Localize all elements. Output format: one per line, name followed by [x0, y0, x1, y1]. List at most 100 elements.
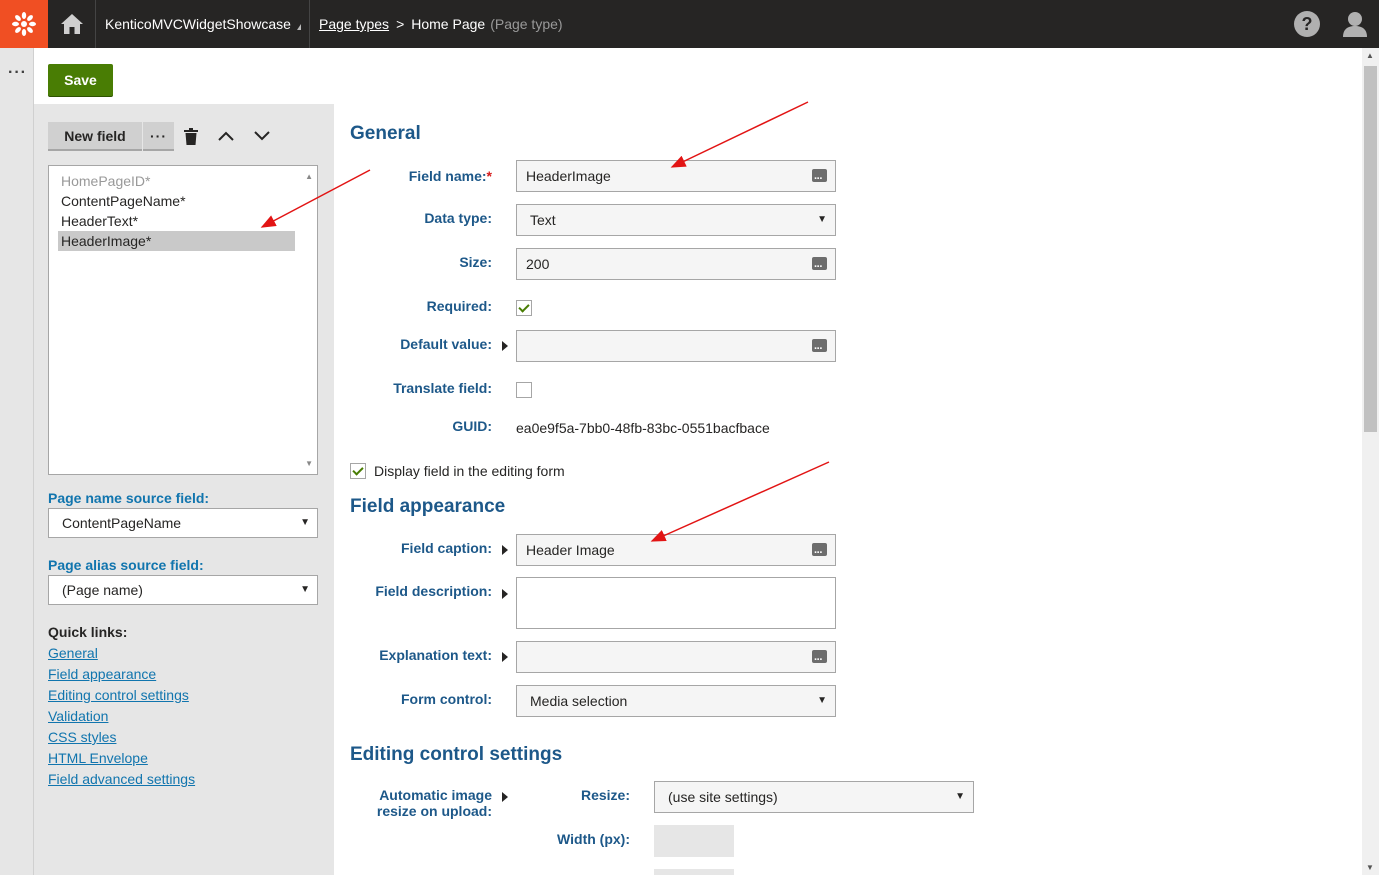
- expander-icon[interactable]: [502, 589, 508, 599]
- breadcrumb-type: (Page type): [490, 16, 563, 32]
- field-description-textarea[interactable]: [516, 577, 836, 629]
- page-alias-source-label: Page alias source field:: [48, 557, 204, 573]
- field-name-label-text: Field name:: [408, 168, 487, 184]
- guid-value: ea0e9f5a-7bb0-48fb-83bc-0551bacfbace: [516, 420, 770, 436]
- trash-icon[interactable]: [179, 124, 203, 148]
- annotation-arrow: [650, 461, 830, 542]
- more-actions-button[interactable]: ···: [143, 122, 174, 151]
- annotation-arrow: [670, 101, 809, 168]
- save-button[interactable]: Save: [48, 64, 113, 96]
- required-checkbox[interactable]: [516, 300, 532, 316]
- macro-icon[interactable]: [812, 538, 827, 568]
- field-list-item[interactable]: ContentPageName*: [58, 191, 295, 211]
- display-field-checkbox[interactable]: [350, 463, 366, 479]
- form-control-select[interactable]: Media selection ▼: [516, 685, 836, 717]
- scroll-down-icon[interactable]: ▼: [305, 459, 313, 468]
- translate-field-checkbox[interactable]: [516, 382, 532, 398]
- top-bar: KenticoMVCWidgetShowcase Page types > Ho…: [0, 0, 1379, 48]
- data-type-select[interactable]: Text ▼: [516, 204, 836, 236]
- dropdown-arrow-icon: ▼: [955, 791, 965, 802]
- home-icon: [60, 14, 83, 34]
- quick-link-editing-control-settings[interactable]: Editing control settings: [48, 687, 189, 703]
- size-input[interactable]: 200: [516, 248, 836, 282]
- explanation-text-input[interactable]: [516, 641, 836, 675]
- quick-link-field-advanced-settings[interactable]: Field advanced settings: [48, 771, 195, 787]
- editing-control-settings-heading: Editing control settings: [350, 744, 563, 765]
- user-icon[interactable]: [1342, 10, 1368, 38]
- field-description-label: Field description:: [375, 583, 492, 599]
- macro-icon[interactable]: [812, 334, 827, 364]
- new-field-button[interactable]: New field: [48, 122, 142, 151]
- checkmark-icon: [518, 301, 530, 313]
- dropdown-arrow-icon: ▼: [817, 695, 827, 706]
- quick-link-validation[interactable]: Validation: [48, 708, 108, 724]
- field-list-item[interactable]: HomePageID*: [58, 171, 295, 191]
- site-name: KenticoMVCWidgetShowcase: [105, 16, 291, 32]
- default-value-input[interactable]: [516, 330, 836, 364]
- scroll-down-icon[interactable]: ▼: [1366, 863, 1374, 872]
- side-strip: ···: [0, 48, 34, 875]
- default-value-label: Default value:: [400, 336, 492, 352]
- field-appearance-heading: Field appearance: [350, 496, 506, 517]
- size-label: Size:: [459, 254, 492, 270]
- page-scrollbar[interactable]: ▲ ▼: [1362, 48, 1379, 875]
- kentico-logo-icon[interactable]: [0, 0, 48, 48]
- macro-icon[interactable]: [812, 645, 827, 675]
- field-list[interactable]: HomePageID* ContentPageName* HeaderText*…: [48, 165, 318, 475]
- quick-link-css-styles[interactable]: CSS styles: [48, 729, 116, 745]
- resize-value: (use site settings): [668, 789, 778, 805]
- help-icon[interactable]: ?: [1294, 11, 1320, 37]
- more-dots: ···: [150, 127, 167, 144]
- home-button[interactable]: [48, 0, 96, 48]
- size-value: 200: [526, 256, 550, 272]
- chevron-up-icon[interactable]: [214, 124, 238, 148]
- form-control-value: Media selection: [530, 693, 628, 709]
- site-selector[interactable]: KenticoMVCWidgetShowcase: [96, 0, 310, 48]
- scroll-thumb[interactable]: [1364, 66, 1377, 432]
- expander-icon[interactable]: [502, 341, 508, 351]
- field-caption-input[interactable]: Header Image: [516, 534, 836, 568]
- display-field-label: Display field in the editing form: [374, 463, 565, 479]
- checkmark-icon: [352, 464, 364, 476]
- help-glyph: ?: [1301, 13, 1313, 34]
- quick-link-field-appearance[interactable]: Field appearance: [48, 666, 156, 682]
- data-type-value: Text: [530, 212, 556, 228]
- field-name-value: HeaderImage: [526, 168, 611, 184]
- resize-select[interactable]: (use site settings) ▼: [654, 781, 974, 813]
- quick-links-label: Quick links:: [48, 624, 128, 640]
- height-input[interactable]: [654, 869, 734, 875]
- expander-icon[interactable]: [502, 545, 508, 555]
- page-name-source-value: ContentPageName: [62, 515, 182, 531]
- field-name-label: Field name:*: [292, 168, 492, 184]
- width-label: Width (px):: [557, 831, 630, 847]
- breadcrumb-page-types-link[interactable]: Page types: [319, 16, 389, 32]
- chevron-down-icon[interactable]: [250, 124, 274, 148]
- field-name-input[interactable]: HeaderImage: [516, 160, 836, 194]
- field-list-item-selected[interactable]: HeaderImage*: [58, 231, 295, 251]
- breadcrumb-current: Home Page: [411, 16, 486, 32]
- required-mark: *: [486, 168, 492, 184]
- translate-field-label: Translate field:: [393, 380, 492, 396]
- explanation-text-label: Explanation text:: [379, 647, 492, 663]
- dropdown-arrow-icon: ▼: [817, 214, 827, 225]
- quick-link-general[interactable]: General: [48, 645, 98, 661]
- field-caption-label: Field caption:: [401, 540, 492, 556]
- macro-icon[interactable]: [812, 252, 827, 282]
- general-heading: General: [350, 123, 421, 144]
- macro-icon[interactable]: [812, 164, 827, 194]
- field-caption-value: Header Image: [526, 542, 615, 558]
- width-input[interactable]: [654, 825, 734, 857]
- quick-link-html-envelope[interactable]: HTML Envelope: [48, 750, 148, 766]
- page-alias-source-select[interactable]: (Page name) ▼: [48, 575, 318, 605]
- form-control-label: Form control:: [401, 691, 492, 707]
- auto-resize-label-line2: resize on upload:: [376, 803, 492, 819]
- scroll-up-icon[interactable]: ▲: [1366, 51, 1374, 60]
- breadcrumb: Page types > Home Page (Page type): [319, 0, 563, 48]
- menu-dots-icon[interactable]: ···: [8, 64, 27, 82]
- guid-label: GUID:: [452, 418, 492, 434]
- required-label: Required:: [426, 298, 492, 314]
- expander-icon[interactable]: [502, 652, 508, 662]
- page-name-source-select[interactable]: ContentPageName ▼: [48, 508, 318, 538]
- breadcrumb-separator: >: [396, 16, 405, 32]
- field-list-item[interactable]: HeaderText*: [58, 211, 295, 231]
